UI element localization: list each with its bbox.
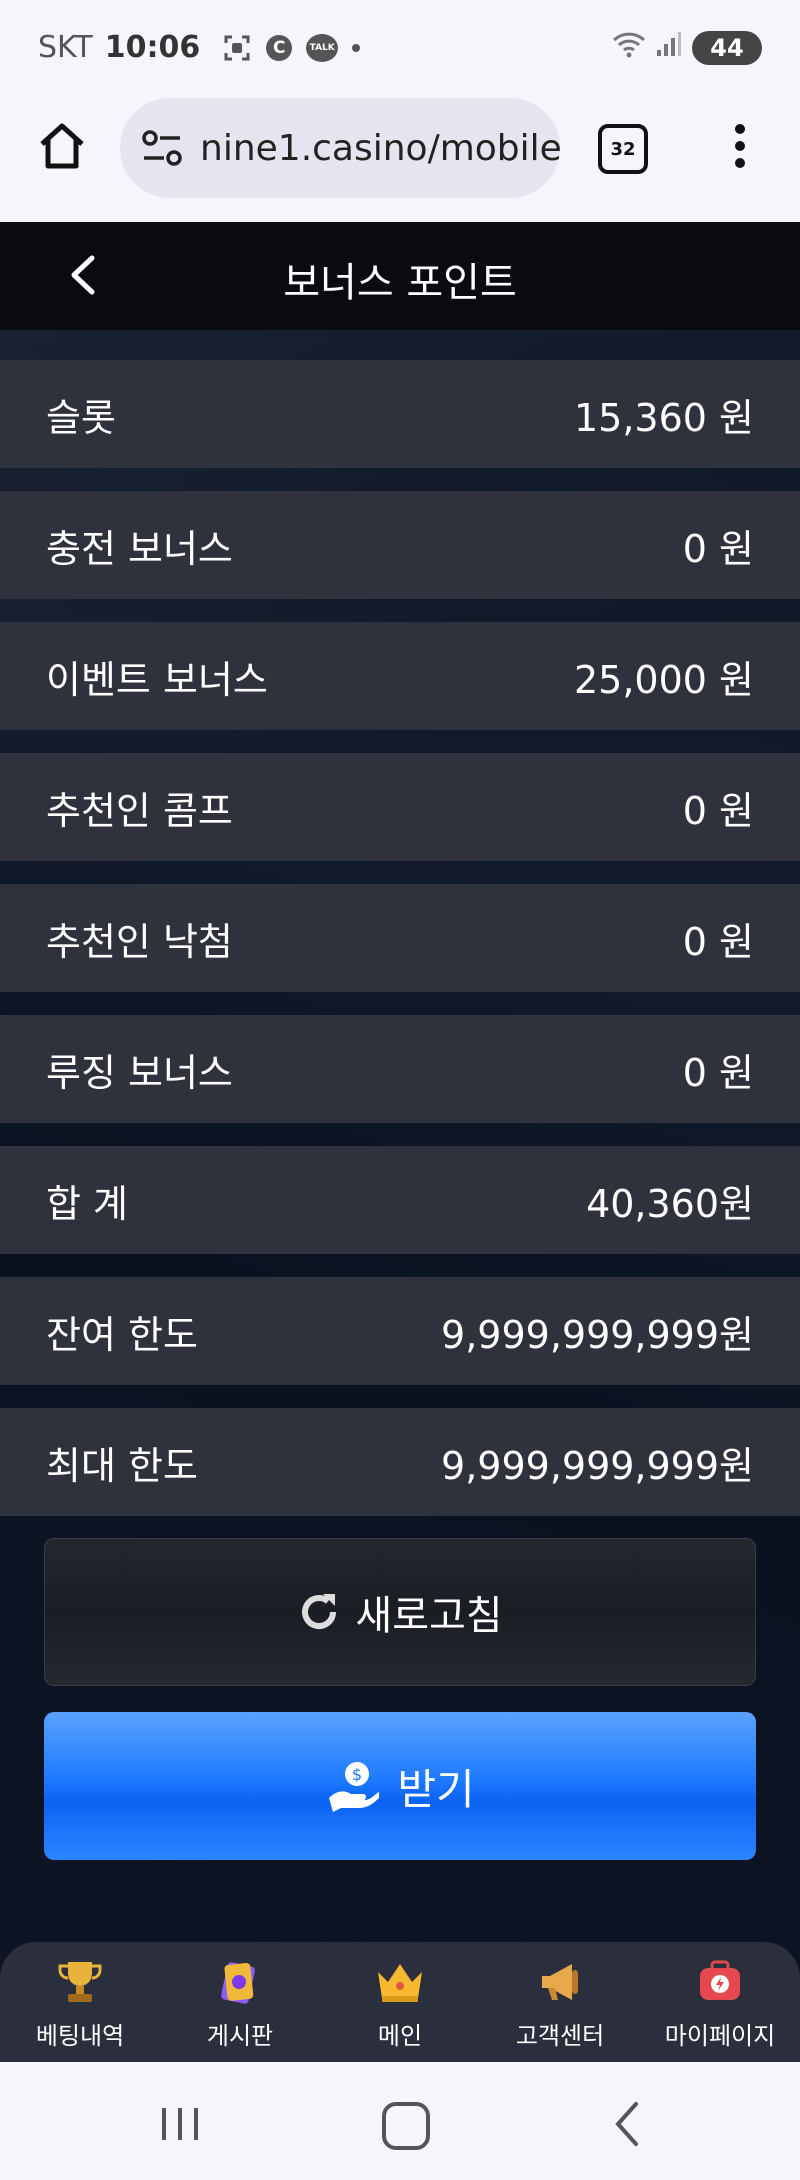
row-value: 0 원	[682, 1050, 754, 1095]
bonus-row-total: 합 계 40,360원	[0, 1146, 800, 1254]
app-header: 보너스 포인트	[0, 222, 800, 330]
nav-item-betting-history[interactable]: 베팅내역	[0, 1942, 160, 2062]
browser-toolbar: nine1.casino/mobile 32	[0, 96, 800, 224]
signal-icon	[656, 30, 682, 66]
kakaotalk-icon: TALK	[306, 33, 339, 62]
row-value: 0 원	[682, 919, 754, 964]
row-label: 잔여 한도	[46, 1312, 198, 1357]
megaphone-icon	[542, 1964, 578, 2000]
bonus-row-max-limit: 최대 한도 9,999,999,999원	[0, 1408, 800, 1516]
bonus-row-losing: 루징 보너스 0 원	[0, 1015, 800, 1123]
row-label: 루징 보너스	[46, 1050, 233, 1095]
nav-label: 게시판	[206, 2022, 274, 2050]
home-icon	[40, 123, 84, 169]
page-title: 보너스 포인트	[283, 260, 517, 306]
receive-button-label: 받기	[397, 1764, 475, 1814]
status-right: 44	[612, 30, 762, 66]
bonus-row-slot: 슬롯 15,360 원	[0, 360, 800, 468]
bonus-row-remaining-limit: 잔여 한도 9,999,999,999원	[0, 1277, 800, 1385]
row-label: 충전 보너스	[46, 526, 233, 571]
site-settings-icon[interactable]	[140, 126, 184, 170]
row-value: 9,999,999,999원	[441, 1312, 754, 1357]
card-icon	[221, 1962, 255, 2004]
c-app-icon: C	[266, 34, 293, 61]
nav-label: 메인	[377, 2022, 423, 2050]
row-label: 슬롯	[46, 395, 116, 440]
bonus-point-screen: 보너스 포인트 슬롯 15,360 원 충전 보너스 0 원 이벤트 보너스 2…	[0, 222, 800, 2062]
row-value: 40,360원	[586, 1181, 754, 1226]
bonus-row-charge: 충전 보너스 0 원	[0, 491, 800, 599]
row-label: 최대 한도	[46, 1443, 198, 1488]
row-value: 25,000 원	[573, 657, 754, 702]
phone-screen: SKT 10:06 C TALK 44 nine1.casino/mobile …	[0, 0, 800, 2180]
more-notifications-dot-icon	[352, 43, 361, 52]
carrier-label: SKT	[38, 30, 93, 65]
clock: 10:06	[104, 30, 201, 65]
row-value: 0 원	[682, 526, 754, 571]
more-vert-dot	[735, 141, 745, 151]
svg-text:$: $	[352, 1765, 362, 1784]
nav-item-board[interactable]: 게시판	[160, 1942, 320, 2062]
refresh-button[interactable]: 새로고침	[44, 1538, 756, 1686]
more-vert-icon	[735, 124, 745, 134]
tab-switcher-button[interactable]: 32	[598, 124, 648, 174]
nav-label: 고객센터	[515, 2022, 605, 2050]
nav-item-main[interactable]: 메인	[320, 1942, 480, 2062]
row-label: 추천인 낙첨	[46, 919, 233, 964]
row-value: 0 원	[682, 788, 754, 833]
bonus-row-referral-comp: 추천인 콤프 0 원	[0, 753, 800, 861]
system-back-icon[interactable]	[612, 2100, 642, 2148]
wifi-icon	[612, 30, 646, 66]
bottom-navigation: 베팅내역 게시판 메인 고객센터 마이페이지	[0, 1942, 800, 2062]
mypage-box-icon	[700, 1960, 740, 2000]
browser-menu-button[interactable]	[724, 124, 756, 172]
system-navigation-bar	[0, 2062, 800, 2180]
browser-home-button[interactable]	[34, 118, 90, 174]
crown-icon	[378, 1964, 422, 2002]
row-label: 이벤트 보너스	[46, 657, 268, 702]
url-text: nine1.casino/mobile	[200, 127, 560, 169]
more-vert-dot	[735, 158, 745, 168]
money-hand-icon: $	[329, 1762, 380, 1812]
receive-button[interactable]: $ 받기	[44, 1712, 756, 1860]
bonus-row-referral-loss: 추천인 낙첨 0 원	[0, 884, 800, 992]
row-value: 9,999,999,999원	[441, 1443, 754, 1488]
nav-label: 마이페이지	[664, 2022, 776, 2050]
battery-indicator: 44	[692, 31, 762, 65]
system-home-icon[interactable]	[382, 2102, 430, 2150]
row-label: 추천인 콤프	[46, 788, 233, 833]
status-bar: SKT 10:06 C TALK 44	[0, 0, 800, 96]
bonus-row-event: 이벤트 보너스 25,000 원	[0, 622, 800, 730]
notification-icons: C TALK	[222, 33, 361, 63]
nav-label: 베팅내역	[35, 2022, 125, 2050]
address-bar[interactable]: nine1.casino/mobile	[120, 98, 560, 198]
trophy-icon	[58, 1962, 102, 2002]
refresh-icon	[302, 1594, 337, 1629]
nav-item-customer-center[interactable]: 고객센터	[480, 1942, 640, 2062]
row-label: 합 계	[46, 1181, 128, 1226]
screenshot-icon	[222, 33, 252, 63]
recent-apps-icon[interactable]	[158, 2102, 202, 2146]
refresh-button-label: 새로고침	[355, 1593, 503, 1639]
nav-item-mypage[interactable]: 마이페이지	[640, 1942, 800, 2062]
row-value: 15,360 원	[573, 395, 754, 440]
status-left: SKT 10:06 C TALK	[38, 30, 361, 65]
